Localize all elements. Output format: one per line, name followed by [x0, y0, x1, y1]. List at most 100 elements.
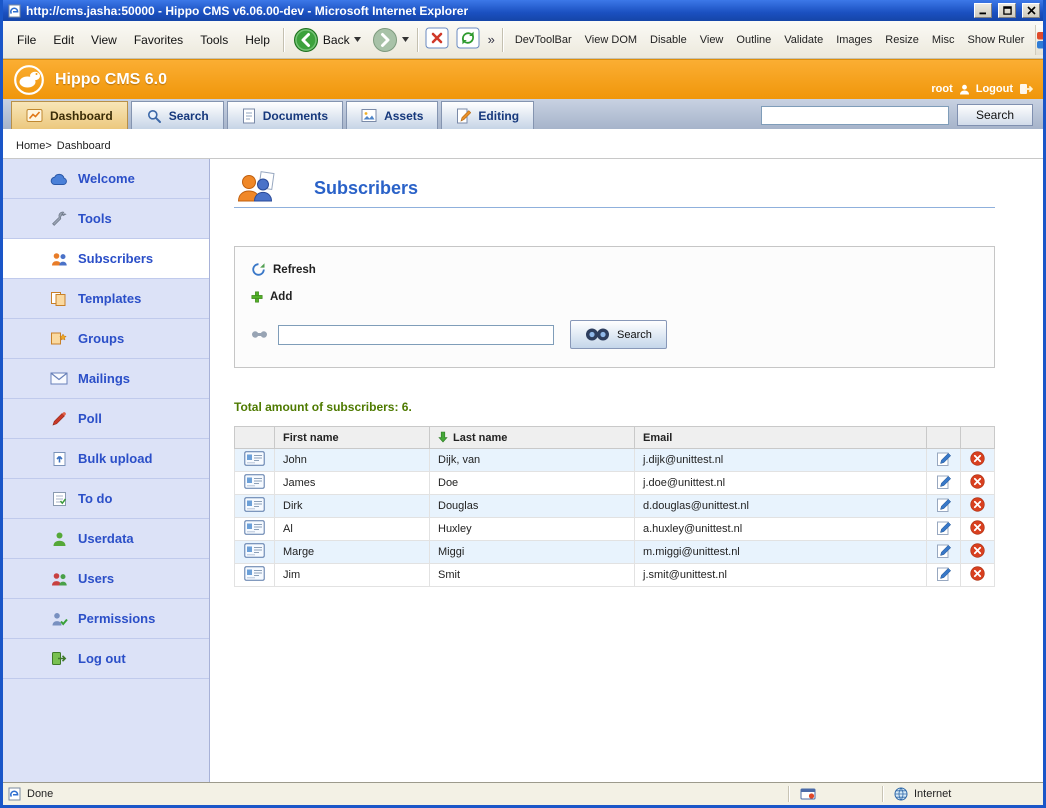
delete-cell [961, 564, 995, 587]
refresh-action[interactable]: Refresh [273, 264, 316, 276]
sidebar-item-welcome[interactable]: Welcome [3, 159, 209, 199]
tab-list: Dashboard Search Documents Assets Editin… [11, 101, 534, 129]
logout-link[interactable]: Logout [976, 83, 1013, 95]
delete-icon[interactable] [970, 497, 985, 512]
user-box: root Logout [931, 83, 1033, 95]
asset-icon [361, 108, 377, 123]
delete-icon[interactable] [970, 474, 985, 489]
privacy-report-icon[interactable] [800, 787, 816, 801]
sidebar-item-bulk-upload[interactable]: Bulk upload [3, 439, 209, 479]
vcard-icon[interactable] [244, 520, 265, 535]
devtoolbar-item-disable[interactable]: Disable [644, 31, 693, 49]
templates-icon [49, 291, 69, 307]
table-row: Jim Smit j.smit@unittest.nl [235, 564, 995, 587]
logout-arrow-icon[interactable] [1019, 83, 1033, 95]
delete-icon[interactable] [970, 543, 985, 558]
devtoolbar-item-show-ruler[interactable]: Show Ruler [962, 31, 1031, 49]
tab-documents[interactable]: Documents [227, 101, 343, 129]
sidebar-item-groups[interactable]: Groups [3, 319, 209, 359]
breadcrumb-home[interactable]: Home> [16, 140, 52, 152]
delete-icon[interactable] [970, 566, 985, 581]
delete-cell [961, 541, 995, 564]
sidebar-item-userdata[interactable]: Userdata [3, 519, 209, 559]
devtoolbar-item-misc[interactable]: Misc [926, 31, 961, 49]
cloud-icon [49, 172, 69, 186]
edit-icon[interactable] [936, 566, 952, 582]
vcard-icon[interactable] [244, 497, 265, 512]
menu-help[interactable]: Help [237, 30, 278, 50]
edit-icon[interactable] [936, 451, 952, 467]
stop-button[interactable] [424, 26, 450, 53]
first-name-cell: John [275, 449, 430, 472]
sidebar-item-mailings[interactable]: Mailings [3, 359, 209, 399]
refresh-button[interactable] [455, 26, 481, 53]
edit-icon[interactable] [936, 543, 952, 559]
sidebar-item-permissions[interactable]: Permissions [3, 599, 209, 639]
devtoolbar-item-images[interactable]: Images [830, 31, 878, 49]
email-header[interactable]: Email [635, 427, 927, 449]
sidebar-item-poll[interactable]: Poll [3, 399, 209, 439]
menu-view[interactable]: View [83, 30, 125, 50]
sidebar-item-to-do[interactable]: To do [3, 479, 209, 519]
mail-icon [49, 372, 69, 385]
maximize-button[interactable] [998, 3, 1016, 18]
breadcrumb-current[interactable]: Dashboard [57, 140, 111, 152]
devtoolbar-item-view-dom[interactable]: View DOM [579, 31, 643, 49]
forward-button[interactable] [369, 25, 412, 55]
delete-cell [961, 518, 995, 541]
sidebar-item-users[interactable]: Users [3, 559, 209, 599]
tab-assets[interactable]: Assets [346, 101, 438, 129]
add-action[interactable]: Add [270, 291, 292, 303]
add-row: Add [251, 291, 978, 303]
subscriber-search-button[interactable]: Search [570, 320, 667, 349]
menu-tools[interactable]: Tools [192, 30, 236, 50]
email-cell: m.miggi@unittest.nl [635, 541, 927, 564]
devtoolbar-item-devtoolbar[interactable]: DevToolBar [509, 31, 578, 49]
vcard-icon[interactable] [244, 543, 265, 558]
sidebar-item-subscribers[interactable]: Subscribers [3, 239, 209, 279]
delete-icon[interactable] [970, 520, 985, 535]
tab-dashboard[interactable]: Dashboard [11, 101, 128, 129]
vcard-icon[interactable] [244, 474, 265, 489]
delete-icon[interactable] [970, 451, 985, 466]
sidebar-item-tools[interactable]: Tools [3, 199, 209, 239]
sidebar-item-templates[interactable]: Templates [3, 279, 209, 319]
sidebar: Welcome Tools Subscribers Templates Grou… [3, 159, 210, 782]
status-bar: Done Internet [3, 782, 1043, 805]
devtoolbar-item-resize[interactable]: Resize [879, 31, 925, 49]
vcard-icon[interactable] [244, 566, 265, 581]
subscriber-search-input[interactable] [278, 325, 554, 345]
menu-edit[interactable]: Edit [45, 30, 82, 50]
edit-icon[interactable] [936, 520, 952, 536]
back-dropdown-icon[interactable] [354, 37, 361, 42]
main-content: Subscribers Refresh Add Search [210, 159, 1043, 782]
last-name-cell: Douglas [430, 495, 635, 518]
window-title: http://cms.jasha:50000 - Hippo CMS v6.06… [26, 4, 968, 18]
devtoolbar-item-validate[interactable]: Validate [778, 31, 829, 49]
edit-icon[interactable] [936, 497, 952, 513]
groups-icon [49, 331, 69, 347]
close-button[interactable] [1022, 3, 1040, 18]
menu-file[interactable]: File [9, 30, 44, 50]
title-bar[interactable]: http://cms.jasha:50000 - Hippo CMS v6.06… [3, 0, 1043, 21]
breadcrumb: Home> Dashboard [3, 129, 1043, 159]
last-name-header[interactable]: Last name [430, 427, 635, 449]
top-search-input[interactable] [761, 106, 949, 125]
last-name-cell: Smit [430, 564, 635, 587]
tab-editing[interactable]: Editing [441, 101, 534, 129]
edit-cell [927, 564, 961, 587]
vcard-icon[interactable] [244, 451, 265, 466]
edit-icon[interactable] [936, 474, 952, 490]
first-name-header[interactable]: First name [275, 427, 430, 449]
sidebar-item-log-out[interactable]: Log out [3, 639, 209, 679]
minimize-button[interactable] [974, 3, 992, 18]
menu-favorites[interactable]: Favorites [126, 30, 191, 50]
devtoolbar-item-outline[interactable]: Outline [730, 31, 777, 49]
toolbar-overflow-chevron[interactable]: » [486, 32, 497, 47]
permissions-icon [49, 611, 69, 627]
devtoolbar-item-view[interactable]: View [694, 31, 730, 49]
top-search-button[interactable]: Search [957, 104, 1033, 126]
tab-search[interactable]: Search [131, 101, 224, 129]
forward-dropdown-icon[interactable] [402, 37, 409, 42]
back-button[interactable]: Back [290, 25, 364, 55]
